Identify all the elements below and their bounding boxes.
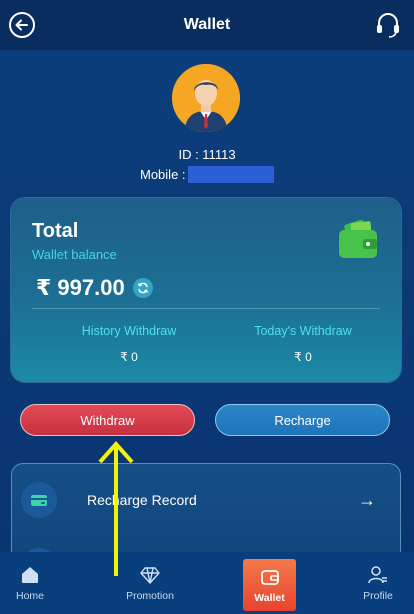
history-withdraw-label: History Withdraw xyxy=(81,324,177,338)
nav-profile[interactable]: Profile xyxy=(356,552,400,614)
home-icon xyxy=(19,565,41,585)
user-id: ID : 11113 xyxy=(178,147,236,162)
nav-promotion[interactable]: Promotion xyxy=(117,552,183,614)
today-withdraw-stat: Today's Withdraw ₹ 0 xyxy=(223,324,383,364)
nav-profile-label: Profile xyxy=(363,589,393,602)
wallet-card: Total Wallet balance ₹ 997.00 History Wi… xyxy=(11,198,401,382)
card-divider xyxy=(32,308,380,309)
page-title: Wallet xyxy=(183,16,231,33)
nav-home[interactable]: Home xyxy=(8,552,52,614)
diamond-icon xyxy=(139,565,161,585)
wallet-balance-label: Wallet balance xyxy=(32,247,117,262)
user-avatar-icon xyxy=(172,64,240,132)
history-withdraw-value: ₹ 0 xyxy=(120,350,138,364)
withdraw-button[interactable]: Withdraw xyxy=(20,404,195,436)
history-withdraw-stat: History Withdraw ₹ 0 xyxy=(49,324,209,364)
back-button[interactable] xyxy=(9,12,35,38)
bottom-nav: Home Promotion Wallet Profile xyxy=(0,552,414,614)
recharge-button[interactable]: Recharge xyxy=(215,404,390,436)
nav-wallet-label: Wallet xyxy=(254,591,285,604)
profile-icon xyxy=(367,565,389,585)
recharge-record-row[interactable]: Recharge Record → xyxy=(12,480,400,520)
records-list: Recharge Record → xyxy=(11,463,401,563)
mobile-row: Mobile : xyxy=(140,166,274,183)
app-header: Wallet xyxy=(0,0,414,50)
headset-icon[interactable] xyxy=(374,11,402,39)
today-withdraw-value: ₹ 0 xyxy=(294,350,312,364)
arrow-right-icon: → xyxy=(358,489,376,510)
arrow-left-icon xyxy=(15,19,28,31)
balance-value: ₹ 997.00 xyxy=(36,275,125,300)
mobile-number-masked xyxy=(187,166,274,183)
nav-home-label: Home xyxy=(15,589,44,602)
nav-promotion-label: Promotion xyxy=(126,589,174,602)
balance-amount: ₹ 997.00 xyxy=(36,275,153,301)
mobile-label: Mobile : xyxy=(140,167,186,182)
avatar xyxy=(172,64,240,132)
recharge-record-icon xyxy=(21,482,57,518)
wallet-tab-icon xyxy=(259,567,281,587)
total-label: Total xyxy=(32,220,79,242)
today-withdraw-label: Today's Withdraw xyxy=(254,324,352,338)
recharge-record-label: Recharge Record xyxy=(87,492,197,508)
nav-wallet[interactable]: Wallet xyxy=(243,559,296,611)
wallet-icon xyxy=(339,220,377,258)
refresh-icon[interactable] xyxy=(132,278,153,298)
